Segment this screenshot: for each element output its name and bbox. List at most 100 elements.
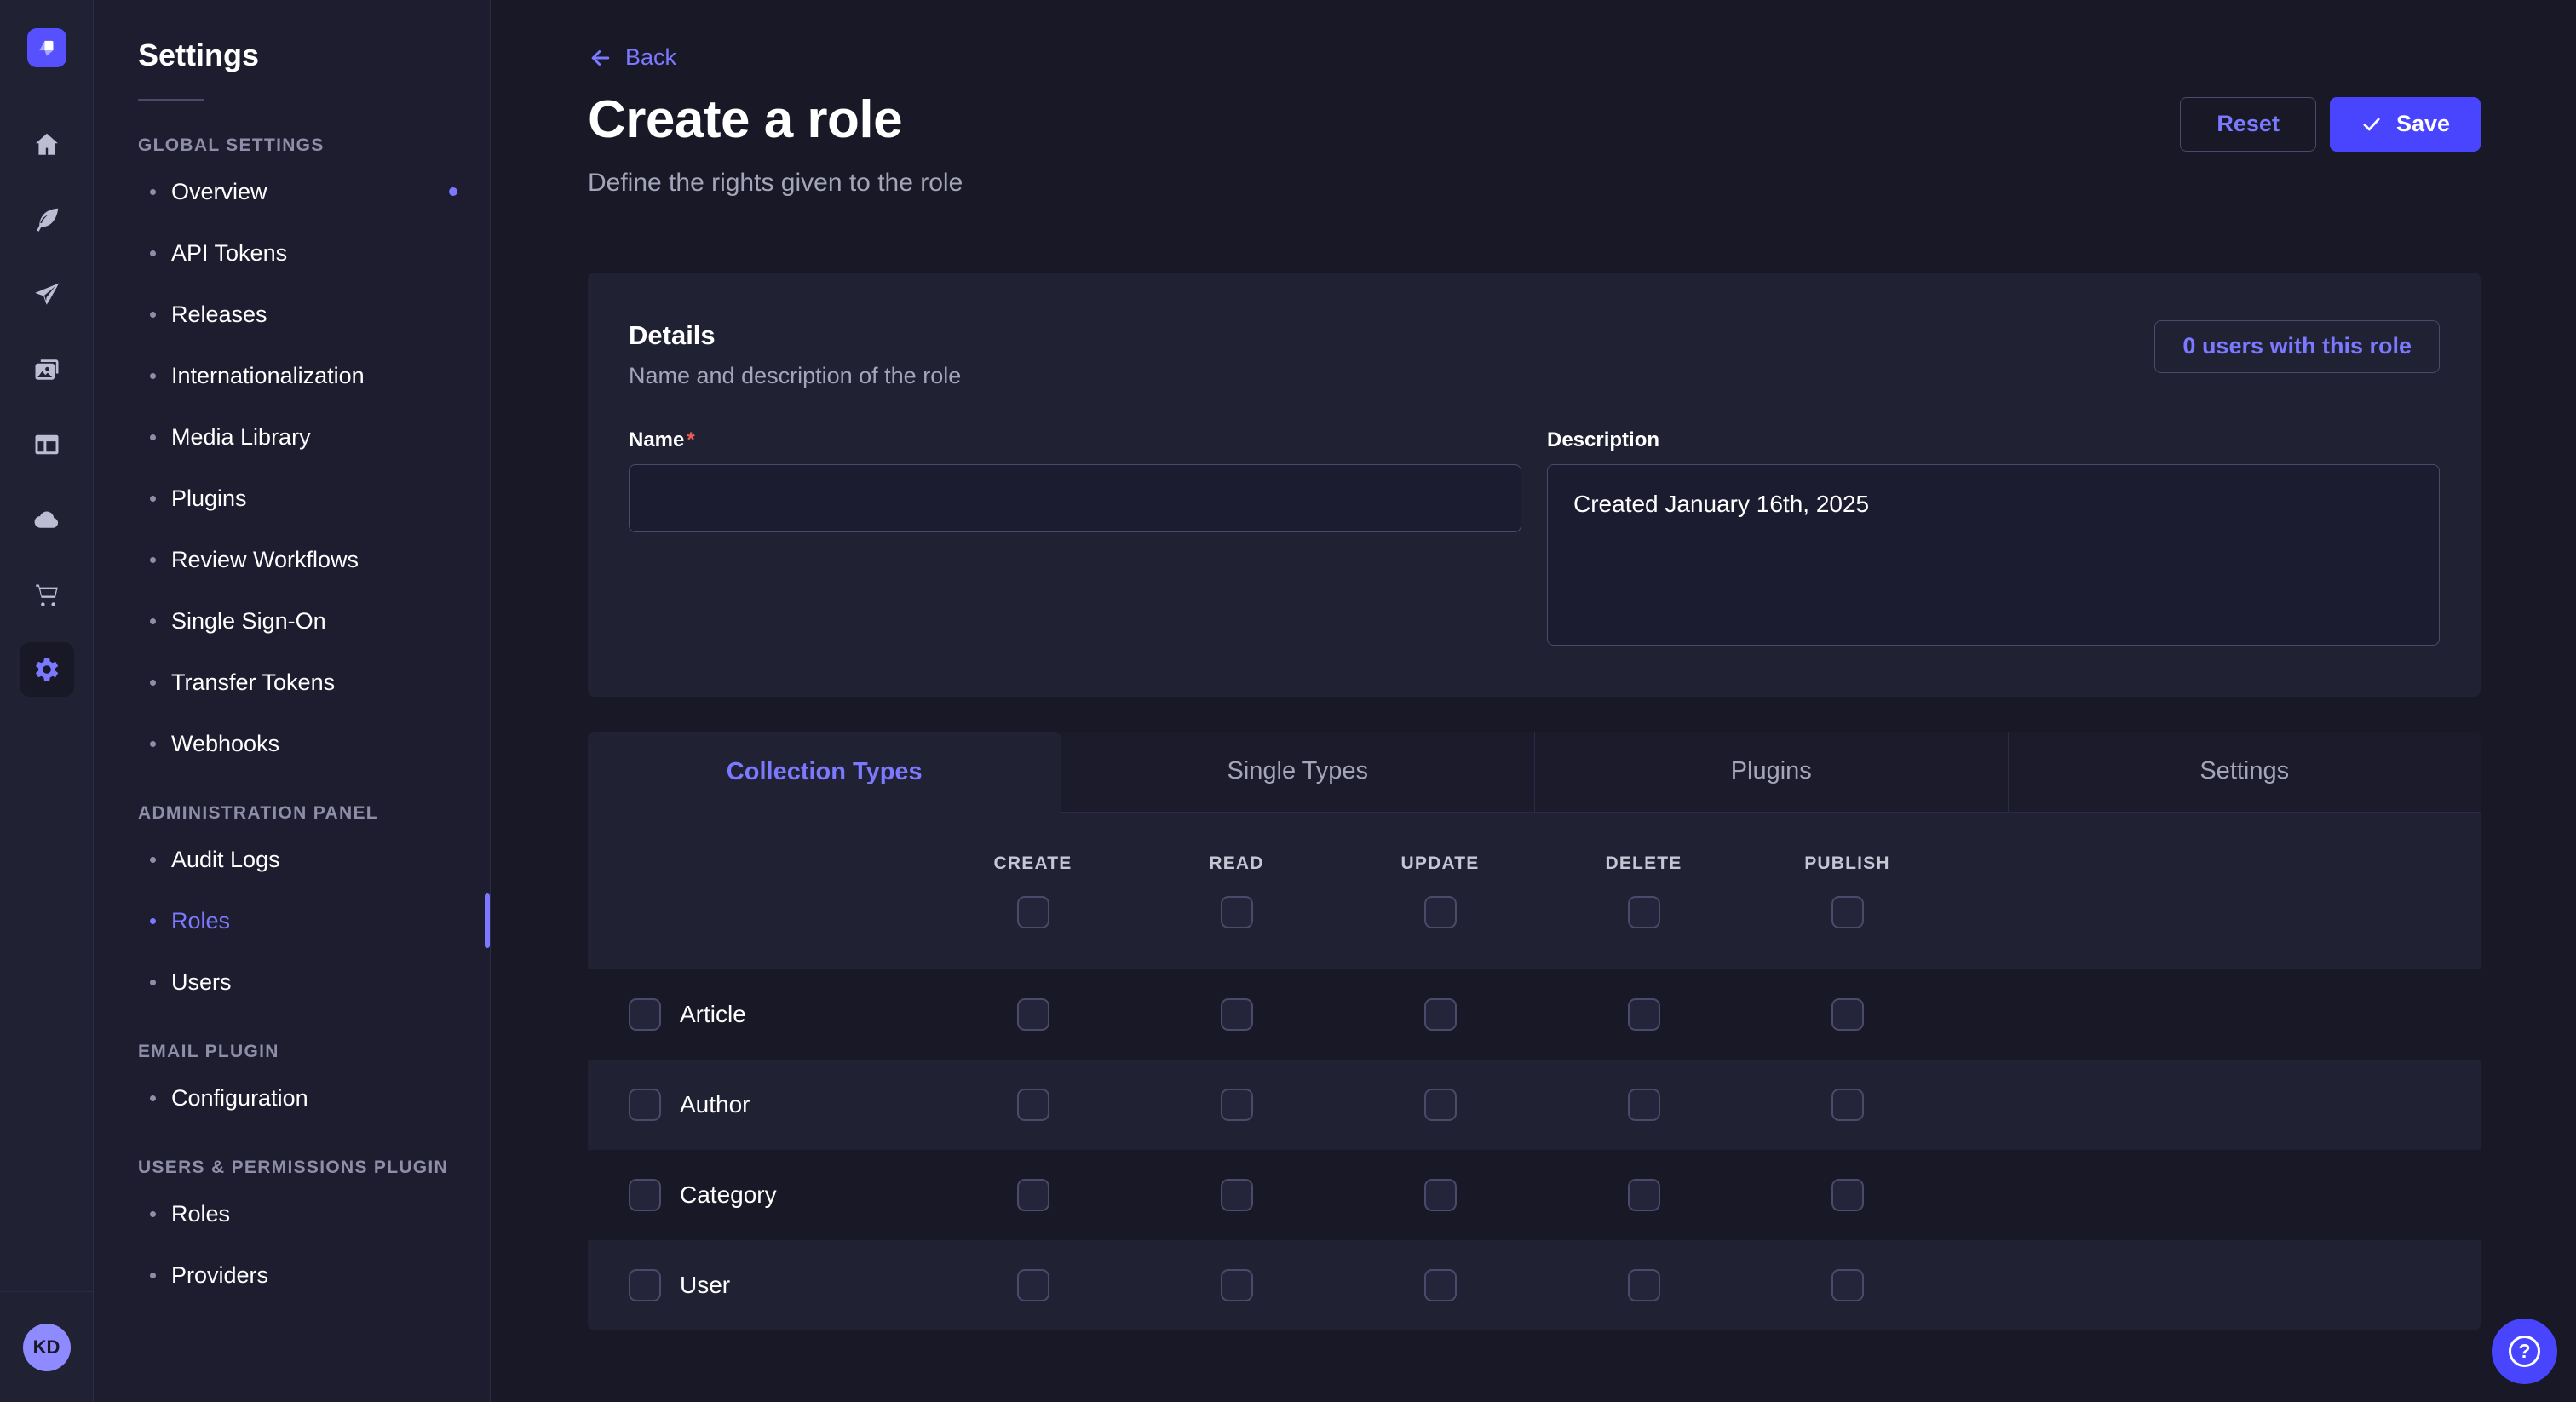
bullet-icon bbox=[150, 373, 156, 379]
question-mark-icon: ? bbox=[2509, 1336, 2540, 1367]
checkbox-author-publish[interactable] bbox=[1831, 1089, 1864, 1121]
paper-plane-icon[interactable] bbox=[20, 267, 74, 322]
subnav-item-media-library[interactable]: Media Library bbox=[138, 406, 469, 468]
select-all-publish-checkbox[interactable] bbox=[1831, 896, 1864, 928]
subnav-item-webhooks[interactable]: Webhooks bbox=[138, 713, 469, 774]
subnav-item-plugins[interactable]: Plugins bbox=[138, 468, 469, 529]
checkbox-category-delete[interactable] bbox=[1628, 1179, 1660, 1211]
subnav-item-label: Overview bbox=[171, 179, 267, 205]
main-content: Back Create a role Define the rights giv… bbox=[491, 0, 2576, 1402]
home-icon[interactable] bbox=[20, 118, 74, 172]
subnav-section-label: USERS & PERMISSIONS PLUGIN bbox=[138, 1158, 469, 1178]
subnav-item-roles[interactable]: Roles bbox=[138, 1183, 469, 1244]
select-all-update-checkbox[interactable] bbox=[1424, 896, 1457, 928]
row-head: Author bbox=[629, 1089, 931, 1121]
active-indicator-bar bbox=[485, 893, 490, 948]
subnav-item-label: Transfer Tokens bbox=[171, 669, 335, 696]
checkbox-category-read[interactable] bbox=[1221, 1179, 1253, 1211]
rail-footer: KD bbox=[0, 1291, 93, 1402]
subnav-item-releases[interactable]: Releases bbox=[138, 284, 469, 345]
permission-column-label: PUBLISH bbox=[1804, 853, 1890, 874]
cloud-icon[interactable] bbox=[20, 492, 74, 547]
checkbox-user-delete[interactable] bbox=[1628, 1269, 1660, 1301]
subnav-title: Settings bbox=[138, 37, 469, 73]
description-textarea[interactable] bbox=[1547, 464, 2440, 646]
cart-glyph bbox=[32, 579, 62, 610]
permission-row-article: Article bbox=[588, 969, 2481, 1060]
tab-single-types[interactable]: Single Types bbox=[1061, 732, 1535, 813]
checkbox-user-update[interactable] bbox=[1424, 1269, 1457, 1301]
name-input[interactable] bbox=[629, 464, 1521, 532]
bullet-icon bbox=[150, 1211, 156, 1217]
cell-user-delete bbox=[1542, 1269, 1745, 1301]
tab-plugins[interactable]: Plugins bbox=[1534, 732, 2008, 813]
row-select-checkbox-user[interactable] bbox=[629, 1269, 661, 1301]
checkbox-article-read[interactable] bbox=[1221, 998, 1253, 1031]
subnav-item-single-sign-on[interactable]: Single Sign-On bbox=[138, 590, 469, 652]
tab-settings[interactable]: Settings bbox=[2008, 732, 2481, 813]
cloud-glyph bbox=[32, 504, 62, 535]
row-select-checkbox-author[interactable] bbox=[629, 1089, 661, 1121]
subnav-item-internationalization[interactable]: Internationalization bbox=[138, 345, 469, 406]
subnav-item-transfer-tokens[interactable]: Transfer Tokens bbox=[138, 652, 469, 713]
checkbox-article-publish[interactable] bbox=[1831, 998, 1864, 1031]
users-with-role-button[interactable]: 0 users with this role bbox=[2154, 320, 2440, 373]
description-label: Description bbox=[1547, 428, 1659, 451]
checkbox-user-read[interactable] bbox=[1221, 1269, 1253, 1301]
subnav-item-label: Configuration bbox=[171, 1085, 308, 1112]
checkbox-category-publish[interactable] bbox=[1831, 1179, 1864, 1211]
feather-icon[interactable] bbox=[20, 192, 74, 247]
back-link[interactable]: Back bbox=[588, 44, 676, 71]
checkbox-author-delete[interactable] bbox=[1628, 1089, 1660, 1121]
reset-button[interactable]: Reset bbox=[2180, 97, 2316, 152]
subnav-item-review-workflows[interactable]: Review Workflows bbox=[138, 529, 469, 590]
subnav-item-label: Releases bbox=[171, 302, 267, 328]
help-button[interactable]: ? bbox=[2492, 1319, 2557, 1384]
subnav-item-label: Users bbox=[171, 969, 232, 996]
notification-dot bbox=[449, 187, 457, 196]
subnav-section-global-settings: GLOBAL SETTINGS Overview API Tokens Rele… bbox=[138, 135, 469, 774]
checkbox-article-delete[interactable] bbox=[1628, 998, 1660, 1031]
settings-gear-icon[interactable] bbox=[20, 642, 74, 697]
bullet-icon bbox=[150, 189, 156, 195]
save-button[interactable]: Save bbox=[2330, 97, 2481, 152]
select-all-read-checkbox[interactable] bbox=[1221, 896, 1253, 928]
row-label: Article bbox=[680, 1001, 746, 1028]
subnav-item-roles[interactable]: Roles bbox=[138, 890, 469, 951]
row-select-checkbox-category[interactable] bbox=[629, 1179, 661, 1211]
checkbox-author-create[interactable] bbox=[1017, 1089, 1049, 1121]
cell-user-create bbox=[931, 1269, 1135, 1301]
user-avatar[interactable]: KD bbox=[23, 1324, 71, 1371]
cart-icon[interactable] bbox=[20, 567, 74, 622]
checkbox-article-update[interactable] bbox=[1424, 998, 1457, 1031]
checkbox-author-read[interactable] bbox=[1221, 1089, 1253, 1121]
subnav-item-audit-logs[interactable]: Audit Logs bbox=[138, 829, 469, 890]
checkbox-category-update[interactable] bbox=[1424, 1179, 1457, 1211]
cell-article-delete bbox=[1542, 998, 1745, 1031]
select-all-create-checkbox[interactable] bbox=[1017, 896, 1049, 928]
cell-article-publish bbox=[1745, 998, 1949, 1031]
subnav-item-providers[interactable]: Providers bbox=[138, 1244, 469, 1306]
cell-category-update bbox=[1338, 1179, 1542, 1211]
checkbox-author-update[interactable] bbox=[1424, 1089, 1457, 1121]
subnav-item-overview[interactable]: Overview bbox=[138, 161, 469, 222]
subnav-item-configuration[interactable]: Configuration bbox=[138, 1067, 469, 1129]
checkbox-user-publish[interactable] bbox=[1831, 1269, 1864, 1301]
subnav-section-items: Audit Logs Roles Users bbox=[138, 829, 469, 1013]
permission-row-user: User bbox=[588, 1240, 2481, 1330]
strapi-logo-icon[interactable] bbox=[27, 28, 66, 67]
subnav-item-api-tokens[interactable]: API Tokens bbox=[138, 222, 469, 284]
layout-icon[interactable] bbox=[20, 417, 74, 472]
checkbox-article-create[interactable] bbox=[1017, 998, 1049, 1031]
select-all-delete-checkbox[interactable] bbox=[1628, 896, 1660, 928]
media-icon[interactable] bbox=[20, 342, 74, 397]
arrow-left-icon bbox=[588, 45, 613, 71]
bullet-icon bbox=[150, 857, 156, 863]
row-head: Article bbox=[629, 998, 931, 1031]
row-select-checkbox-article[interactable] bbox=[629, 998, 661, 1031]
checkbox-user-create[interactable] bbox=[1017, 1269, 1049, 1301]
back-label: Back bbox=[625, 44, 676, 71]
checkbox-category-create[interactable] bbox=[1017, 1179, 1049, 1211]
subnav-item-users[interactable]: Users bbox=[138, 951, 469, 1013]
tab-collection-types[interactable]: Collection Types bbox=[588, 732, 1061, 813]
